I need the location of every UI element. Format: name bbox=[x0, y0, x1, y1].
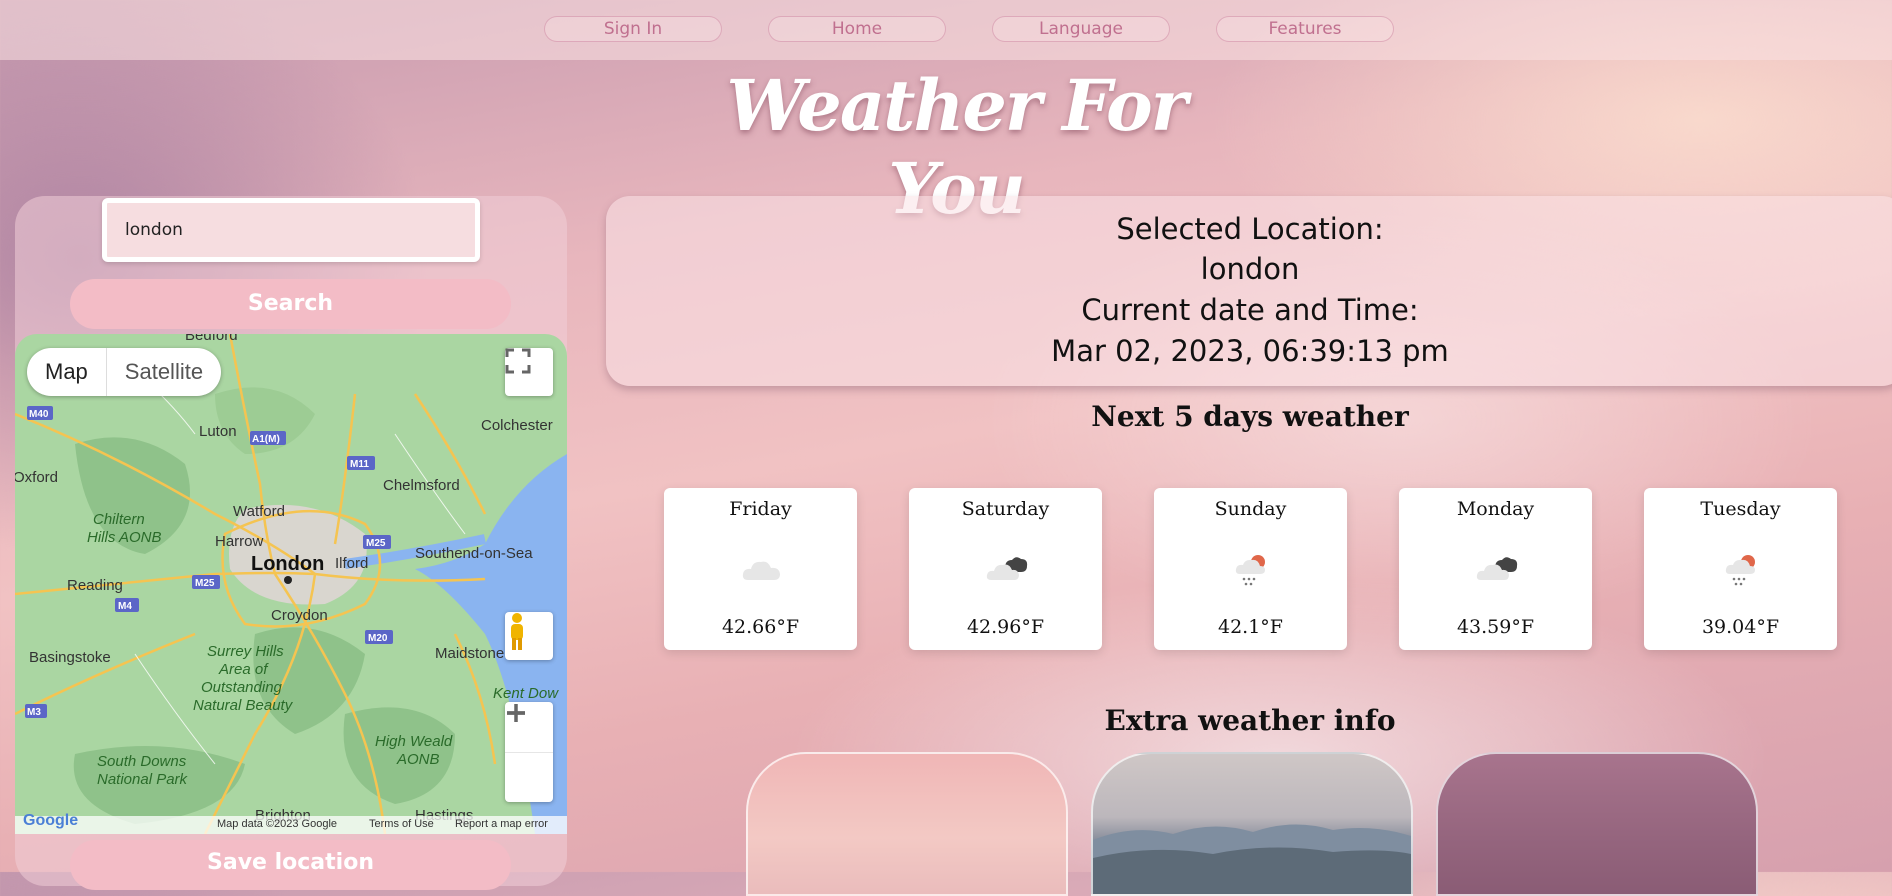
svg-text:Bedford: Bedford bbox=[185, 334, 238, 344]
report-map-error-link[interactable]: Report a map error bbox=[455, 818, 548, 830]
svg-text:Natural Beauty: Natural Beauty bbox=[193, 697, 294, 714]
extra-info-card-mountains[interactable] bbox=[1091, 752, 1413, 896]
zoom-out-button[interactable] bbox=[505, 711, 553, 803]
save-location-button[interactable]: Save location bbox=[70, 840, 511, 890]
forecast-temp: 39.04°F bbox=[1701, 616, 1780, 638]
forecast-card: Sunday 42.1°F bbox=[1154, 488, 1347, 650]
svg-text:Croydon: Croydon bbox=[271, 607, 328, 624]
rain-sun-icon bbox=[1725, 555, 1755, 586]
svg-text:High Weald: High Weald bbox=[375, 733, 453, 750]
forecast-card: Saturday 42.96°F bbox=[909, 488, 1102, 650]
map-canvas: M40 A1(M) M11 M25 M25 M4 M20 M3 Bedford … bbox=[15, 334, 567, 834]
svg-text:Oxford: Oxford bbox=[15, 469, 58, 486]
map-type-map[interactable]: Map bbox=[27, 348, 106, 396]
forecast-day: Saturday bbox=[961, 498, 1050, 520]
svg-text:M20: M20 bbox=[368, 633, 388, 644]
svg-text:M4: M4 bbox=[118, 601, 132, 612]
terms-of-use-link[interactable]: Terms of Use bbox=[369, 818, 434, 830]
nav-sign-in[interactable]: Sign In bbox=[544, 16, 722, 42]
forecast-temp: 42.96°F bbox=[966, 616, 1045, 638]
current-datetime-label: Current date and Time: bbox=[1081, 293, 1419, 327]
extra-info-card-sunset[interactable] bbox=[746, 752, 1068, 896]
extra-info-card-dusk[interactable] bbox=[1436, 752, 1758, 896]
svg-text:Area of: Area of bbox=[218, 661, 269, 678]
svg-text:M25: M25 bbox=[366, 538, 386, 549]
forecast-day: Tuesday bbox=[1700, 498, 1781, 520]
extra-info-title: Extra weather info bbox=[1104, 704, 1396, 737]
svg-text:London: London bbox=[251, 553, 324, 575]
svg-text:Surrey Hills: Surrey Hills bbox=[207, 643, 284, 660]
svg-text:M3: M3 bbox=[27, 707, 41, 718]
svg-text:M25: M25 bbox=[195, 578, 215, 589]
broken-clouds-icon bbox=[986, 557, 1028, 580]
svg-text:Ilford: Ilford bbox=[335, 555, 368, 572]
forecast-card: Friday 42.66°F bbox=[664, 488, 857, 650]
svg-text:A1(M): A1(M) bbox=[252, 434, 280, 445]
svg-text:Luton: Luton bbox=[199, 423, 237, 440]
svg-text:M11: M11 bbox=[350, 459, 369, 470]
nav-features[interactable]: Features bbox=[1216, 16, 1394, 42]
mountains-image bbox=[1093, 824, 1411, 894]
map-type-toggle: Map Satellite bbox=[27, 348, 222, 396]
google-map[interactable]: M40 A1(M) M11 M25 M25 M4 M20 M3 Bedford … bbox=[15, 334, 567, 834]
svg-text:Maidstone: Maidstone bbox=[435, 645, 504, 662]
svg-text:Watford: Watford bbox=[233, 503, 285, 520]
rain-sun-icon bbox=[1235, 555, 1265, 586]
forecast-card: Tuesday 39.04°F bbox=[1644, 488, 1837, 650]
search-button[interactable]: Search bbox=[70, 279, 511, 329]
map-data-attribution: Map data ©2023 Google bbox=[217, 818, 338, 830]
selected-location-label: Selected Location: bbox=[1116, 212, 1384, 246]
selected-location-value: london bbox=[1200, 252, 1300, 286]
fullscreen-button[interactable] bbox=[505, 348, 553, 396]
svg-text:Basingstoke: Basingstoke bbox=[29, 649, 111, 666]
cloud-icon bbox=[742, 561, 780, 580]
google-logo: Google bbox=[23, 812, 79, 829]
svg-text:Reading: Reading bbox=[67, 577, 123, 594]
zoom-controls bbox=[505, 702, 553, 802]
minus-icon bbox=[507, 711, 525, 715]
forecast-temp: 42.66°F bbox=[721, 616, 800, 638]
svg-text:Colchester: Colchester bbox=[481, 417, 553, 434]
svg-text:AONB: AONB bbox=[396, 751, 440, 768]
street-view-button[interactable] bbox=[505, 612, 553, 660]
svg-text:Southend-on-Sea: Southend-on-Sea bbox=[415, 545, 533, 562]
forecast-day: Monday bbox=[1456, 498, 1535, 520]
nav-language[interactable]: Language bbox=[992, 16, 1170, 42]
forecast-temp: 42.1°F bbox=[1218, 616, 1283, 638]
svg-text:National Park: National Park bbox=[97, 771, 189, 788]
nav-home[interactable]: Home bbox=[768, 16, 946, 42]
forecast-title: Next 5 days weather bbox=[1091, 400, 1409, 433]
current-datetime-value: Mar 02, 2023, 06:39:13 pm bbox=[1051, 334, 1449, 368]
map-footer: Google Map data ©2023 Google Terms of Us… bbox=[15, 812, 567, 834]
forecast-temp: 43.59°F bbox=[1456, 616, 1535, 638]
svg-text:Kent Dow: Kent Dow bbox=[493, 685, 559, 702]
location-search-input[interactable] bbox=[102, 198, 480, 262]
fullscreen-icon bbox=[505, 348, 531, 374]
svg-text:South Downs: South Downs bbox=[97, 753, 187, 770]
forecast-card: Monday 43.59°F bbox=[1399, 488, 1592, 650]
forecast-day: Sunday bbox=[1214, 498, 1287, 520]
svg-text:Hills AONB: Hills AONB bbox=[87, 529, 161, 546]
pegman-icon bbox=[511, 613, 523, 650]
map-type-satellite[interactable]: Satellite bbox=[105, 348, 221, 396]
svg-text:Harrow: Harrow bbox=[215, 533, 264, 550]
broken-clouds-icon bbox=[1476, 557, 1518, 580]
forecast-day: Friday bbox=[729, 498, 792, 520]
svg-text:Outstanding: Outstanding bbox=[201, 679, 283, 696]
svg-text:Chelmsford: Chelmsford bbox=[383, 477, 460, 494]
top-nav: Sign In Home Language Features bbox=[0, 0, 1892, 60]
svg-text:Chiltern: Chiltern bbox=[93, 511, 145, 528]
svg-text:M40: M40 bbox=[29, 409, 49, 420]
